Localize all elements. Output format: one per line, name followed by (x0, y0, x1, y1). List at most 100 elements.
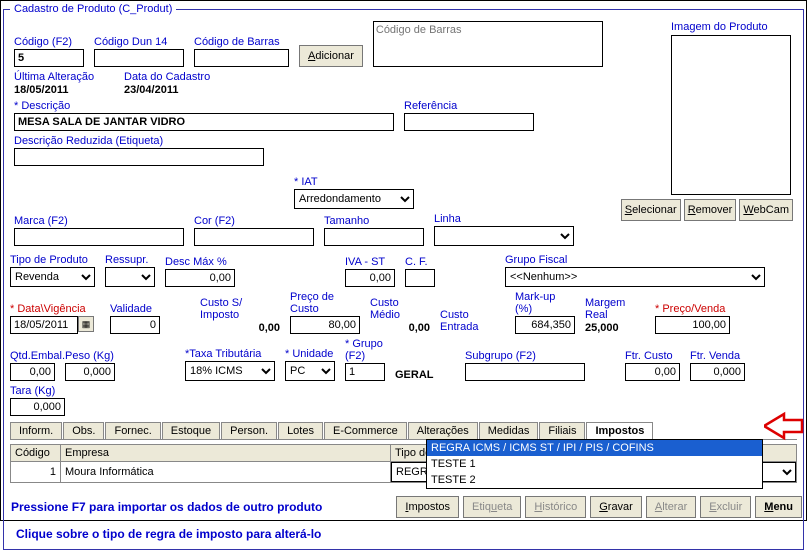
desc-reduzida-label: Descrição Reduzida (Etiqueta) (14, 135, 264, 147)
ultima-alteracao-label: Última Alteração (14, 71, 114, 83)
cor-input[interactable] (194, 228, 314, 246)
barcode-listbox[interactable] (373, 21, 603, 67)
product-image-frame (671, 35, 791, 195)
iat-label: * IAT (294, 176, 414, 188)
data-vigencia-label: * Data\Vigência (10, 303, 100, 315)
marca-label: Marca (F2) (14, 215, 184, 227)
alterar-button[interactable]: Alterar (646, 496, 696, 518)
linha-label: Linha (434, 213, 574, 225)
adicionar-button[interactable]: Adicionar (299, 45, 363, 67)
grupo-label: * Grupo (F2) (345, 338, 385, 362)
tab-bar: Inform.Obs.Fornec.EstoquePerson.LotesE-C… (10, 422, 797, 440)
tab-person[interactable]: Person. (221, 422, 277, 439)
custo-entrada-label: Custo Entrada (440, 309, 505, 333)
marca-input[interactable] (14, 228, 184, 246)
excluir-button[interactable]: Excluir (700, 496, 751, 518)
iva-st-input[interactable] (345, 269, 395, 287)
tab-impostos[interactable]: Impostos (586, 422, 653, 439)
tab-ecommerce[interactable]: E-Commerce (324, 422, 407, 439)
taxa-trib-label: *Taxa Tributária (185, 348, 275, 360)
preco-venda-label: * Preço/Venda (655, 303, 730, 315)
tara-label: Tara (Kg) (10, 385, 65, 397)
regra-dropdown-list[interactable]: REGRA ICMS / ICMS ST / IPI / PIS / COFIN… (426, 439, 763, 489)
window-title: Cadastro de Produto (C_Produt) (10, 3, 176, 15)
ressupr-select[interactable] (105, 267, 155, 287)
ftr-custo-label: Ftr. Custo (625, 350, 680, 362)
ftr-venda-input[interactable] (690, 363, 745, 381)
desc-reduzida-input[interactable] (14, 148, 264, 166)
referencia-input[interactable] (404, 113, 534, 131)
tamanho-input[interactable] (324, 228, 424, 246)
historico-button[interactable]: Histórico (525, 496, 586, 518)
main-fieldset: Cadastro de Produto (C_Produt) Código (F… (3, 3, 804, 550)
referencia-label: Referência (404, 100, 534, 112)
webcam-button[interactable]: WebCam (739, 199, 793, 221)
tab-fornec[interactable]: Fornec. (105, 422, 160, 439)
codigo-dun-label: Código Dun 14 (94, 36, 184, 48)
custo-si-label: Custo S/ Imposto (200, 297, 280, 321)
custo-medio-label: Custo Médio (370, 297, 430, 321)
ressupr-label: Ressupr. (105, 254, 155, 266)
descricao-label: * Descrição (14, 100, 394, 112)
tab-alteraes[interactable]: Alterações (408, 422, 478, 439)
ftr-custo-input[interactable] (625, 363, 680, 381)
preco-custo-input[interactable] (290, 316, 360, 334)
qtd-embal-input[interactable] (10, 363, 55, 381)
cor-label: Cor (F2) (194, 215, 314, 227)
margem-real-value: 25,000 (585, 322, 645, 334)
codigo-dun-input[interactable] (94, 49, 184, 67)
desc-max-label: Desc Máx % (165, 256, 235, 268)
selecionar-button[interactable]: Selecionar (621, 199, 681, 221)
calendar-icon[interactable]: ▦ (78, 316, 94, 332)
tipo-produto-select[interactable]: Revenda (10, 267, 95, 287)
grupo-input[interactable] (345, 363, 385, 381)
markup-input[interactable] (515, 316, 575, 334)
menu-button[interactable]: Menu (755, 496, 802, 518)
impostos-button[interactable]: Impostos (396, 496, 459, 518)
tab-lotes[interactable]: Lotes (278, 422, 323, 439)
ultima-alteracao-value: 18/05/2011 (14, 84, 114, 96)
preco-venda-input[interactable] (655, 316, 730, 334)
tara-input[interactable] (10, 398, 65, 416)
codigo-input[interactable] (14, 49, 84, 67)
peso-input[interactable] (65, 363, 115, 381)
grupo-fiscal-select[interactable]: <<Nenhum>> (505, 267, 765, 287)
footer-hint: Pressione F7 para importar os dados de o… (11, 500, 322, 514)
validade-label: Validade (110, 303, 160, 315)
annotation-arrow-icon (764, 411, 804, 441)
preco-custo-label: Preço de Custo (290, 291, 360, 315)
subgrupo-label: Subgrupo (F2) (465, 350, 585, 362)
cf-input[interactable] (405, 269, 435, 287)
dropdown-option-1[interactable]: TESTE 1 (427, 456, 762, 472)
gravar-button[interactable]: Gravar (590, 496, 642, 518)
ftr-venda-label: Ftr. Venda (690, 350, 745, 362)
data-cadastro-value: 23/04/2011 (124, 84, 224, 96)
data-cadastro-label: Data do Cadastro (124, 71, 224, 83)
remover-button[interactable]: Remover (684, 199, 737, 221)
peso-label: Peso (Kg) (65, 350, 115, 362)
dropdown-option-2[interactable]: TESTE 2 (427, 472, 762, 488)
tab-medidas[interactable]: Medidas (479, 422, 539, 439)
validade-input[interactable] (110, 316, 160, 334)
taxa-trib-select[interactable]: 18% ICMS (185, 361, 275, 381)
iat-select[interactable]: Arredondamento (294, 189, 414, 209)
grupo-fiscal-label: Grupo Fiscal (505, 254, 765, 266)
tab-estoque[interactable]: Estoque (162, 422, 220, 439)
iva-st-label: IVA - ST (345, 256, 395, 268)
data-vigencia-input[interactable] (10, 316, 78, 334)
cf-label: C. F. (405, 256, 435, 268)
codigo-label: Código (F2) (14, 36, 84, 48)
etiqueta-button[interactable]: Etiqueta (463, 496, 521, 518)
subgrupo-input[interactable] (465, 363, 585, 381)
desc-max-input[interactable] (165, 269, 235, 287)
tab-filiais[interactable]: Filiais (539, 422, 585, 439)
codigo-barras-input[interactable] (194, 49, 289, 67)
unidade-select[interactable]: PC (285, 361, 335, 381)
linha-select[interactable] (434, 226, 574, 246)
tab-inform[interactable]: Inform. (10, 422, 62, 439)
unidade-label: * Unidade (285, 348, 335, 360)
descricao-input[interactable] (14, 113, 394, 131)
tab-obs[interactable]: Obs. (63, 422, 104, 439)
tamanho-label: Tamanho (324, 215, 424, 227)
dropdown-option-0[interactable]: REGRA ICMS / ICMS ST / IPI / PIS / COFIN… (427, 440, 762, 456)
